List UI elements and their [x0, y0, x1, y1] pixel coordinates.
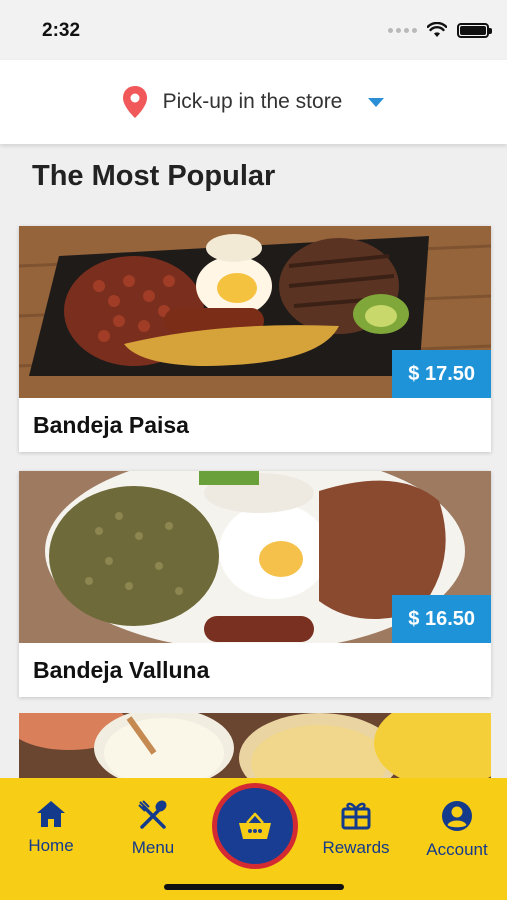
nav-account[interactable]: Account	[412, 800, 502, 860]
pickup-selector[interactable]: Pick-up in the store	[0, 60, 507, 144]
location-pin-icon	[122, 86, 147, 118]
pickup-label: Pick-up in the store	[162, 90, 343, 113]
nav-rewards[interactable]: Rewards	[311, 800, 401, 858]
menu-item-card[interactable]: $ 16.50 Bandeja Valluna	[19, 471, 491, 697]
nav-home[interactable]: Home	[6, 800, 96, 856]
item-name: Bandeja Paisa	[33, 411, 189, 438]
status-bar: 2:32	[0, 0, 507, 60]
nav-account-label: Account	[426, 840, 488, 859]
item-name: Bandeja Valluna	[33, 656, 210, 683]
menu-item-card[interactable]	[19, 713, 491, 783]
price-tag: $ 16.50	[392, 595, 491, 643]
food-image: $ 16.50	[19, 471, 491, 643]
nav-home-label: Home	[28, 836, 74, 855]
home-indicator	[164, 884, 344, 890]
basket-button[interactable]	[212, 783, 298, 869]
section-title: The Most Popular	[32, 160, 276, 192]
food-image: $ 17.50	[19, 226, 491, 398]
status-icons	[388, 22, 492, 38]
wifi-icon	[427, 22, 447, 37]
nav-menu[interactable]: Menu	[108, 800, 198, 858]
basket-icon	[239, 812, 271, 839]
gift-icon	[341, 802, 371, 830]
bottom-nav: Home Menu Rewards Account	[0, 778, 507, 900]
nav-rewards-label: Rewards	[322, 838, 390, 857]
signal-icon	[388, 27, 417, 33]
price-tag: $ 17.50	[392, 350, 491, 398]
status-time: 2:32	[42, 20, 81, 41]
account-icon	[442, 801, 472, 831]
home-icon	[37, 801, 65, 827]
chevron-down-icon[interactable]	[368, 97, 385, 107]
utensils-icon	[138, 800, 167, 829]
food-image	[19, 713, 491, 783]
menu-item-card[interactable]: $ 17.50 Bandeja Paisa	[19, 226, 491, 452]
nav-menu-label: Menu	[131, 838, 175, 857]
battery-icon	[457, 22, 492, 38]
